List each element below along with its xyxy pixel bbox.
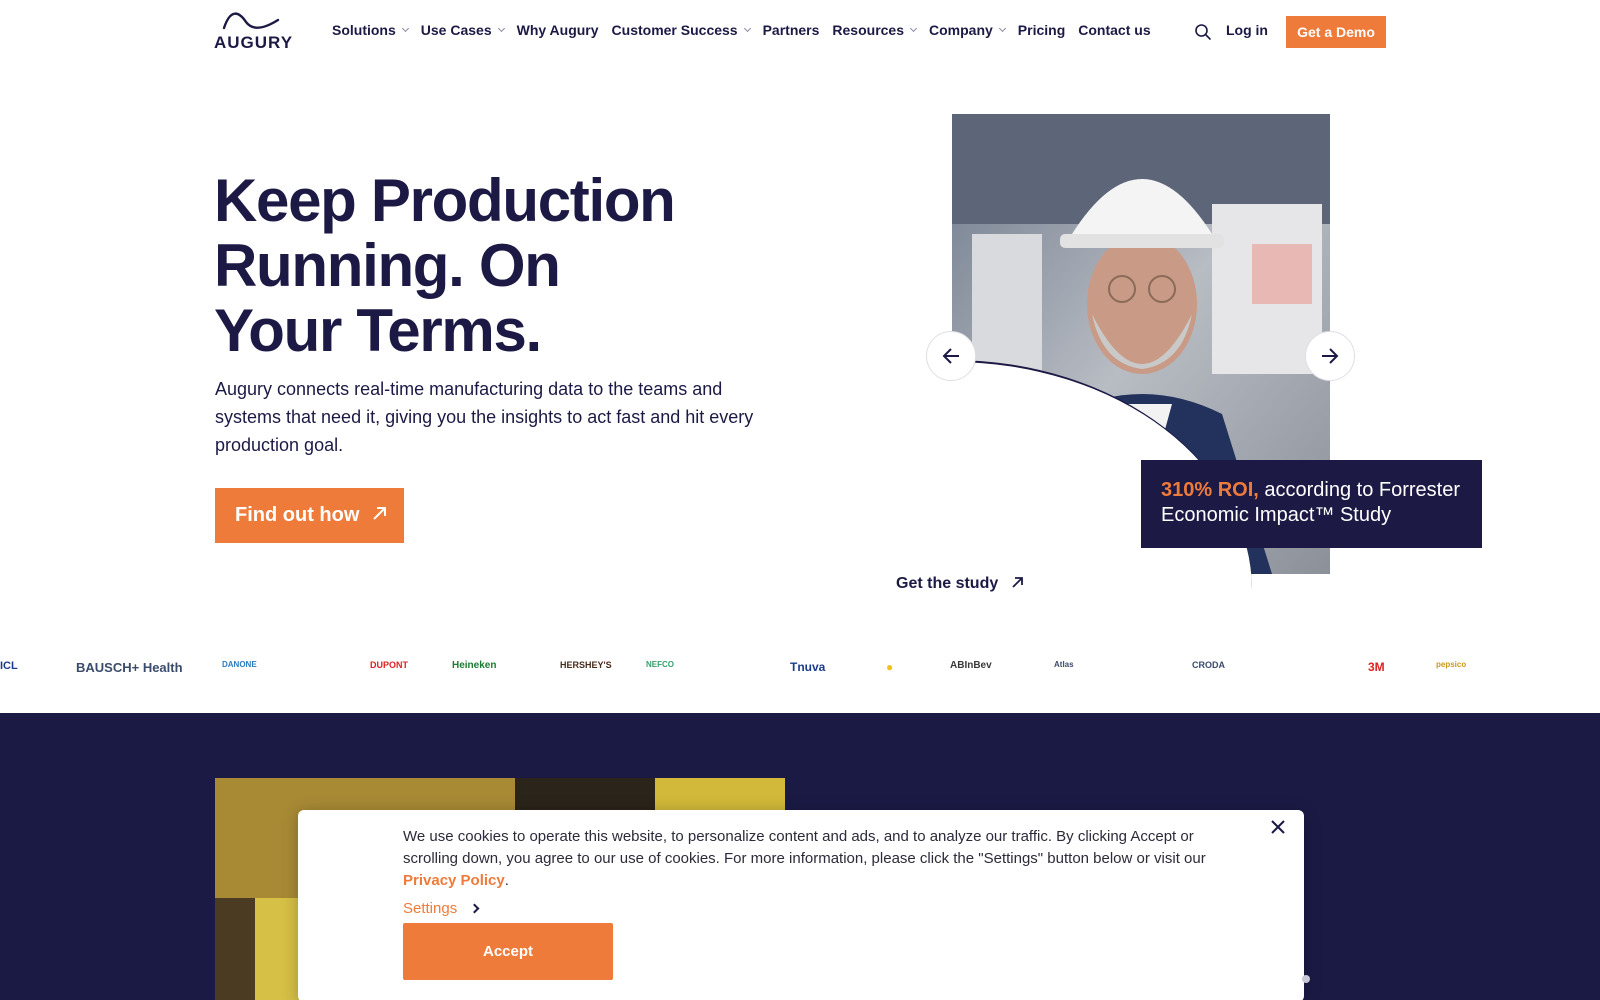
logo-text: AUGURY — [214, 33, 294, 52]
arrow-up-right-icon — [1012, 577, 1023, 588]
chevron-down-icon — [743, 24, 751, 33]
nav-label: Why Augury — [516, 22, 599, 38]
nav-item-company[interactable]: Company — [929, 22, 1006, 38]
study-link-label: Get the study — [896, 575, 999, 592]
nav-label: Contact us — [1078, 22, 1151, 38]
cookie-period: . — [504, 872, 509, 889]
logo-3m: 3M — [1368, 660, 1385, 674]
nav-item-customer-success[interactable]: Customer Success — [611, 22, 751, 38]
get-the-study-link[interactable]: Get the study — [896, 575, 1025, 593]
nav-item-pricing[interactable]: Pricing — [1018, 22, 1065, 38]
nav-item-why-augury[interactable]: Why Augury — [517, 22, 599, 38]
arrow-left-icon — [942, 348, 959, 364]
logo-tnuva: Tnuva — [790, 660, 826, 674]
get-a-demo-button[interactable]: Get a Demo — [1286, 16, 1386, 48]
cta-label: Find out how — [235, 504, 360, 526]
settings-label: Settings — [403, 900, 458, 917]
nav-item-partners[interactable]: Partners — [763, 22, 820, 38]
nav-item-contact-us[interactable]: Contact us — [1078, 22, 1150, 38]
carousel-next-button[interactable] — [1305, 331, 1355, 381]
cookie-text: We use cookies to operate this website, … — [403, 826, 1233, 892]
logo-croda: CRODA — [1192, 660, 1225, 670]
hero-subtitle: Augury connects real-time manufacturing … — [215, 379, 754, 455]
chevron-down-icon — [497, 24, 505, 33]
cookie-settings-link[interactable]: Settings — [403, 900, 480, 917]
logo-pepsico: pepsico — [1436, 660, 1467, 669]
arrow-right-icon — [1322, 348, 1339, 364]
nav-item-solutions[interactable]: Solutions — [332, 22, 409, 38]
hero-title-line: Your Terms. — [214, 297, 542, 364]
close-icon[interactable] — [1266, 816, 1290, 840]
hero-title: Keep Production Running. On Your Terms. — [214, 168, 734, 363]
top-navigation: AUGURY Solutions Use Cases Why Augury Cu… — [0, 0, 1600, 64]
carousel-prev-button[interactable] — [926, 331, 976, 381]
logo-heineken: Heineken — [452, 660, 497, 671]
slider-dot[interactable] — [1302, 975, 1310, 983]
chevron-down-icon — [909, 24, 918, 33]
accept-cookies-button[interactable]: Accept — [403, 923, 613, 980]
chevron-right-icon — [469, 903, 480, 914]
logo-atlas: Atlas — [1054, 660, 1074, 669]
privacy-policy-link[interactable]: Privacy Policy — [403, 872, 505, 889]
find-out-how-button[interactable]: Find out how — [215, 488, 404, 543]
roi-callout: 310% ROI, according to Forrester Economi… — [1141, 460, 1482, 548]
customer-logo-strip: ICL BAUSCH+ Health DANONE DUPONT Heineke… — [0, 660, 1600, 680]
nav-label: Partners — [762, 22, 820, 38]
logo-icl: ICL — [0, 660, 18, 672]
chevron-down-icon — [401, 24, 409, 33]
cookie-banner: We use cookies to operate this website, … — [298, 810, 1304, 1000]
nav-item-resources[interactable]: Resources — [832, 22, 918, 38]
nav-label: Solutions — [332, 22, 396, 38]
logo-dupont: DUPONT — [370, 660, 408, 670]
logo-bausch-health: BAUSCH+ Health — [76, 660, 183, 675]
nav-label: Company — [929, 22, 993, 38]
nav-label: Resources — [832, 22, 904, 38]
logo-nefco: NEFCO — [646, 660, 674, 669]
hero-title-line: Running. On — [214, 232, 561, 299]
chevron-down-icon — [998, 24, 1006, 33]
roi-text: according to Forrester — [1258, 479, 1461, 501]
logo-danone: DANONE — [222, 660, 257, 669]
roi-accent: 310% ROI, — [1161, 479, 1259, 501]
main-menu: Solutions Use Cases Why Augury Customer … — [332, 22, 1151, 38]
login-link[interactable]: Log in — [1226, 22, 1268, 38]
logo-wave-icon — [222, 12, 280, 30]
augury-logo[interactable]: AUGURY — [214, 12, 294, 52]
nav-label: Pricing — [1017, 22, 1066, 38]
arrow-up-right-icon — [371, 504, 389, 528]
hero-title-line: Keep Production — [214, 167, 676, 234]
search-icon[interactable] — [1194, 23, 1212, 41]
nav-item-use-cases[interactable]: Use Cases — [420, 22, 505, 38]
roi-text: Economic Impact™ Study — [1161, 504, 1392, 526]
logo-abinbev: ABInBev — [950, 660, 992, 671]
nav-label: Use Cases — [420, 22, 492, 38]
cookie-message: We use cookies to operate this website, … — [403, 828, 1206, 867]
shell-logo-icon: ● — [886, 660, 894, 674]
logo-hersheys: HERSHEY'S — [560, 660, 612, 670]
nav-label: Customer Success — [611, 22, 738, 38]
